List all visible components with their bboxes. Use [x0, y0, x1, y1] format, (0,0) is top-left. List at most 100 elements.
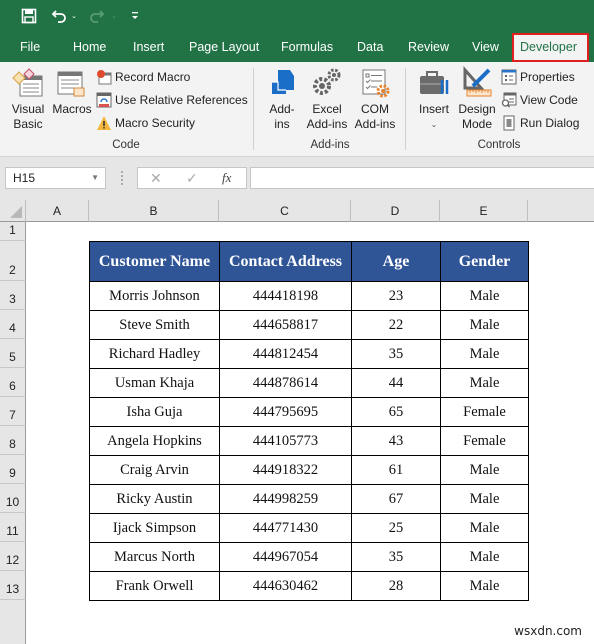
cell-customer-name[interactable]: Richard Hadley [89, 339, 220, 369]
cell-contact-address[interactable]: 444658817 [219, 310, 352, 340]
design-mode-button[interactable]: Design Mode [456, 66, 498, 132]
tab-review[interactable]: Review [408, 32, 449, 62]
cell-gender[interactable]: Male [440, 484, 529, 514]
view-code-button[interactable]: View Code [501, 90, 578, 110]
visual-basic-button[interactable]: Visual Basic [6, 66, 50, 132]
cell-customer-name[interactable]: Steve Smith [89, 310, 220, 340]
cell-age[interactable]: 25 [351, 513, 441, 543]
add-ins-button[interactable]: Add- ins [262, 66, 302, 132]
cell-customer-name[interactable]: Angela Hopkins [89, 426, 220, 456]
customize-qat-button[interactable] [130, 6, 140, 26]
excel-add-ins-button[interactable]: Excel Add-ins [303, 66, 351, 132]
cell-contact-address[interactable]: 444630462 [219, 571, 352, 601]
cell-customer-name[interactable]: Usman Khaja [89, 368, 220, 398]
row-header-2[interactable]: 2 [0, 241, 26, 281]
cell-age[interactable]: 28 [351, 571, 441, 601]
cell-age[interactable]: 61 [351, 455, 441, 485]
cell-customer-name[interactable]: Frank Orwell [89, 571, 220, 601]
name-box-dropdown-icon[interactable]: ▼ [91, 168, 99, 188]
enter-icon[interactable]: ✓ [186, 168, 198, 188]
column-header-d[interactable]: D [351, 200, 440, 222]
cell-gender[interactable]: Female [440, 426, 529, 456]
run-dialog-button[interactable]: Run Dialog [501, 113, 579, 133]
header-age[interactable]: Age [351, 241, 441, 282]
cell-customer-name[interactable]: Ijack Simpson [89, 513, 220, 543]
undo-button[interactable] [50, 6, 68, 26]
cell-age[interactable]: 44 [351, 368, 441, 398]
cell-contact-address[interactable]: 444878614 [219, 368, 352, 398]
tab-view[interactable]: View [472, 32, 499, 62]
com-add-ins-button[interactable]: COM Add-ins [351, 66, 399, 132]
cell-gender[interactable]: Male [440, 310, 529, 340]
macros-button[interactable]: Macros [51, 66, 93, 117]
macro-security-button[interactable]: Macro Security [96, 113, 195, 133]
header-contact-address[interactable]: Contact Address [219, 241, 352, 282]
cell-contact-address[interactable]: 444812454 [219, 339, 352, 369]
row-header-7[interactable]: 7 [0, 397, 26, 426]
row-header-13[interactable]: 13 [0, 571, 26, 600]
cell-age[interactable]: 43 [351, 426, 441, 456]
cell-customer-name[interactable]: Morris Johnson [89, 281, 220, 311]
cell-customer-name[interactable]: Marcus North [89, 542, 220, 572]
tab-developer[interactable]: Developer [512, 33, 589, 62]
cell-contact-address[interactable]: 444918322 [219, 455, 352, 485]
cell-contact-address[interactable]: 444998259 [219, 484, 352, 514]
tab-formulas[interactable]: Formulas [281, 32, 333, 62]
redo-button[interactable] [88, 6, 106, 26]
column-header-a[interactable]: A [26, 200, 89, 222]
cell-gender[interactable]: Female [440, 397, 529, 427]
tab-insert[interactable]: Insert [133, 32, 164, 62]
row-header-6[interactable]: 6 [0, 368, 26, 397]
tab-home[interactable]: Home [73, 32, 106, 62]
header-gender[interactable]: Gender [440, 241, 529, 282]
tab-data[interactable]: Data [357, 32, 383, 62]
cell-customer-name[interactable]: Ricky Austin [89, 484, 220, 514]
column-header-f[interactable] [528, 200, 594, 222]
cell-age[interactable]: 23 [351, 281, 441, 311]
row-header-12[interactable]: 12 [0, 542, 26, 571]
cell-customer-name[interactable]: Isha Guja [89, 397, 220, 427]
select-all-button[interactable] [0, 200, 26, 222]
name-box[interactable]: H15 ▼ [5, 167, 106, 189]
row-header-8[interactable]: 8 [0, 426, 26, 455]
cell-contact-address[interactable]: 444795695 [219, 397, 352, 427]
insert-control-button[interactable]: Insert ⌄ [414, 66, 454, 132]
cell-gender[interactable]: Male [440, 542, 529, 572]
undo-dropdown[interactable]: ⌄ [70, 6, 78, 26]
cell-gender[interactable]: Male [440, 455, 529, 485]
formula-bar-resize-handle[interactable] [121, 171, 123, 185]
cell-age[interactable]: 65 [351, 397, 441, 427]
cell-age[interactable]: 35 [351, 339, 441, 369]
tab-file[interactable]: File [20, 32, 40, 62]
row-header-4[interactable]: 4 [0, 310, 26, 339]
insert-function-icon[interactable]: fx [222, 168, 231, 188]
cell-gender[interactable]: Male [440, 368, 529, 398]
row-header-9[interactable]: 9 [0, 455, 26, 484]
formula-input[interactable] [250, 167, 594, 189]
cell-contact-address[interactable]: 444771430 [219, 513, 352, 543]
cell-contact-address[interactable]: 444105773 [219, 426, 352, 456]
cell-gender[interactable]: Male [440, 281, 529, 311]
row-header-10[interactable]: 10 [0, 484, 26, 513]
cell-gender[interactable]: Male [440, 339, 529, 369]
cell-age[interactable]: 22 [351, 310, 441, 340]
record-macro-button[interactable]: Record Macro [96, 67, 190, 87]
row-header-5[interactable]: 5 [0, 339, 26, 368]
cell-age[interactable]: 35 [351, 542, 441, 572]
column-header-b[interactable]: B [89, 200, 219, 222]
column-header-e[interactable]: E [440, 200, 528, 222]
row-header-11[interactable]: 11 [0, 513, 26, 542]
cell-gender[interactable]: Male [440, 571, 529, 601]
use-relative-references-button[interactable]: Use Relative References [96, 90, 248, 110]
save-button[interactable] [20, 6, 38, 26]
cell-contact-address[interactable]: 444967054 [219, 542, 352, 572]
redo-dropdown[interactable]: ⌄ [110, 6, 118, 26]
cell-contact-address[interactable]: 444418198 [219, 281, 352, 311]
properties-button[interactable]: Properties [501, 67, 575, 87]
cell-customer-name[interactable]: Craig Arvin [89, 455, 220, 485]
row-header-1[interactable]: 1 [0, 222, 26, 241]
cell-age[interactable]: 67 [351, 484, 441, 514]
cell-gender[interactable]: Male [440, 513, 529, 543]
row-header-3[interactable]: 3 [0, 281, 26, 310]
column-header-c[interactable]: C [219, 200, 351, 222]
